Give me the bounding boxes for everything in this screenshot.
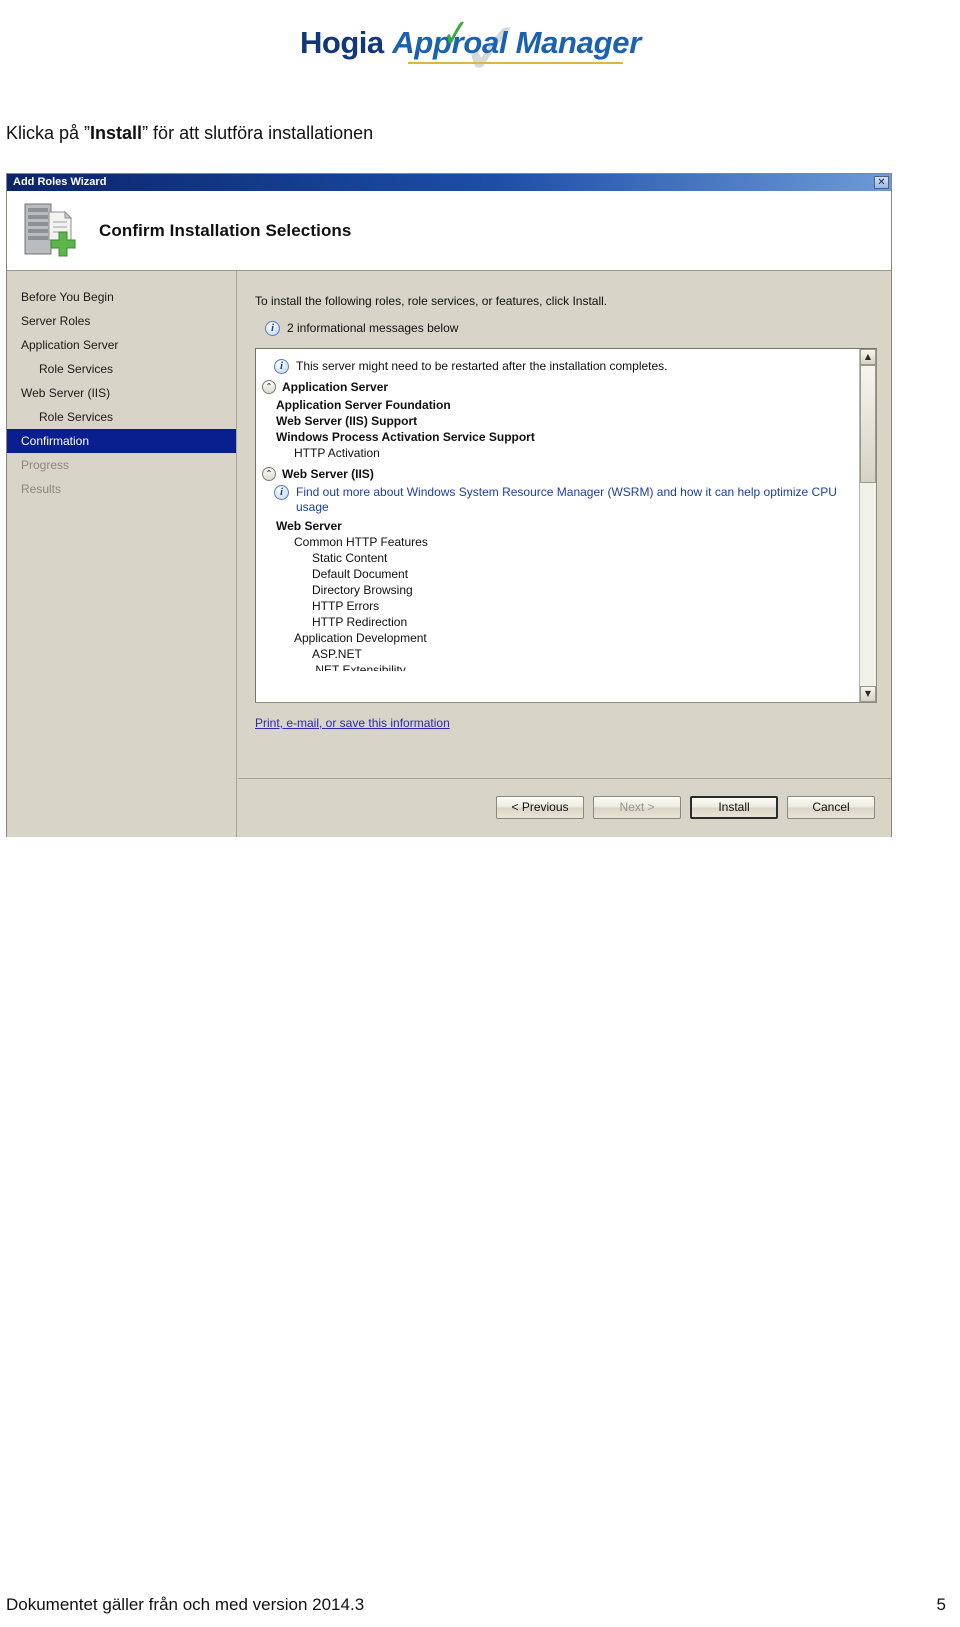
wsrm-note[interactable]: i Find out more about Windows System Res…	[274, 485, 855, 515]
next-button: Next >	[593, 796, 681, 819]
logo-text: Hogia Approal Manager	[300, 24, 641, 62]
footer-version-text: Dokumentet gäller från och med version 2…	[6, 1595, 365, 1614]
list-item: Default Document	[312, 567, 409, 581]
informational-messages-summary: i 2 informational messages below	[265, 321, 877, 336]
list-item: HTTP Errors	[312, 599, 380, 613]
page-title: Confirm Installation Selections	[99, 220, 352, 240]
sidebar-item-web-server-iis[interactable]: Web Server (IIS)	[7, 381, 236, 405]
list-item: ASP.NET	[312, 647, 362, 661]
list-item: HTTP Redirection	[312, 615, 408, 629]
restart-note-text: This server might need to be restarted a…	[296, 359, 668, 373]
sidebar-item-role-services-app[interactable]: Role Services	[7, 357, 236, 381]
list-item: Application Development	[294, 631, 427, 645]
wizard-content: To install the following roles, role ser…	[237, 271, 891, 837]
instruction-bold-install: Install	[90, 123, 143, 143]
list-item: Directory Browsing	[312, 583, 413, 597]
document-header: ✓ Hogia Approal Manager ✓	[0, 0, 960, 100]
sidebar-item-progress: Progress	[21, 458, 70, 472]
hogia-approval-manager-logo: ✓ Hogia Approal Manager ✓	[300, 11, 641, 87]
page-number: 5	[936, 1595, 946, 1614]
group-title-application-server: Application Server	[282, 380, 389, 394]
previous-button[interactable]: < Previous	[496, 796, 584, 819]
close-icon[interactable]: ✕	[874, 176, 889, 189]
wizard-banner: Confirm Installation Selections	[7, 191, 891, 271]
document-footer: Dokumentet gäller från och med version 2…	[0, 1595, 960, 1615]
install-button[interactable]: Install	[690, 796, 778, 819]
scrollbar-track[interactable]	[860, 365, 876, 686]
logo-word-al-manager: al Manager	[482, 25, 641, 60]
logo-word-hogia: Hogia	[300, 25, 384, 60]
list-item: Static Content	[312, 551, 388, 565]
list-item: Application Server Foundation	[276, 398, 451, 412]
wizard-body: Before You Begin Server Roles Applicatio…	[7, 271, 891, 837]
list-item: Web Server	[276, 519, 342, 533]
info-icon: i	[274, 485, 289, 500]
chevron-up-icon[interactable]: ⌃	[262, 380, 276, 394]
window-titlebar: Add Roles Wizard ✕	[7, 174, 891, 191]
instruction-after: ” för att slutföra installationen	[142, 123, 374, 143]
list-item: .NET Extensibility	[312, 663, 406, 671]
instruction-line: Klicka på ”Install” för att slutföra ins…	[6, 121, 373, 145]
server-add-icon	[21, 200, 77, 262]
sidebar-item-application-server[interactable]: Application Server	[7, 333, 236, 357]
logo-check-icon: ✓	[442, 11, 470, 57]
logo-underline	[408, 62, 623, 64]
add-roles-wizard-window: Add Roles Wizard ✕ Confirm Installation …	[6, 173, 892, 837]
info-icon: i	[274, 359, 289, 374]
restart-note: i This server might need to be restarted…	[274, 359, 855, 374]
list-item: Web Server (IIS) Support	[276, 414, 418, 428]
informational-messages-count: 2 informational messages below	[287, 321, 459, 335]
list-item: HTTP Activation	[294, 446, 380, 460]
list-item: Common HTTP Features	[294, 535, 428, 549]
print-email-save-link[interactable]: Print, e-mail, or save this information	[255, 715, 450, 731]
group-title-web-server-iis: Web Server (IIS)	[282, 467, 374, 481]
cancel-button[interactable]: Cancel	[787, 796, 875, 819]
sidebar-item-before-you-begin[interactable]: Before You Begin	[7, 285, 236, 309]
wsrm-note-link[interactable]: Find out more about Windows System Resou…	[296, 485, 855, 515]
scrollbar-thumb[interactable]	[860, 365, 876, 483]
content-intro-text: To install the following roles, role ser…	[255, 294, 608, 308]
scroll-up-icon[interactable]: ▲	[860, 349, 876, 365]
group-header-application-server[interactable]: ⌃ Application Server	[262, 379, 855, 395]
sidebar-item-server-roles[interactable]: Server Roles	[7, 309, 236, 333]
scroll-down-icon[interactable]: ▼	[860, 686, 876, 702]
sidebar-item-results: Results	[21, 482, 62, 496]
selections-list: i This server might need to be restarted…	[256, 349, 859, 702]
sidebar-item-confirmation[interactable]: Confirmation	[7, 429, 236, 453]
selections-listbox[interactable]: i This server might need to be restarted…	[255, 348, 877, 703]
wizard-sidebar: Before You Begin Server Roles Applicatio…	[7, 271, 237, 837]
sidebar-item-role-services-iis[interactable]: Role Services	[7, 405, 236, 429]
info-icon: i	[265, 321, 280, 336]
group-header-web-server-iis[interactable]: ⌃ Web Server (IIS)	[262, 466, 855, 482]
window-title: Add Roles Wizard	[13, 176, 107, 188]
wizard-button-bar: < Previous Next > Install Cancel	[238, 778, 891, 836]
chevron-up-icon[interactable]: ⌃	[262, 467, 276, 481]
instruction-before: Klicka på ”	[6, 123, 91, 143]
list-scrollbar[interactable]: ▲ ▼	[859, 349, 876, 702]
list-item: Windows Process Activation Service Suppo…	[276, 430, 535, 444]
